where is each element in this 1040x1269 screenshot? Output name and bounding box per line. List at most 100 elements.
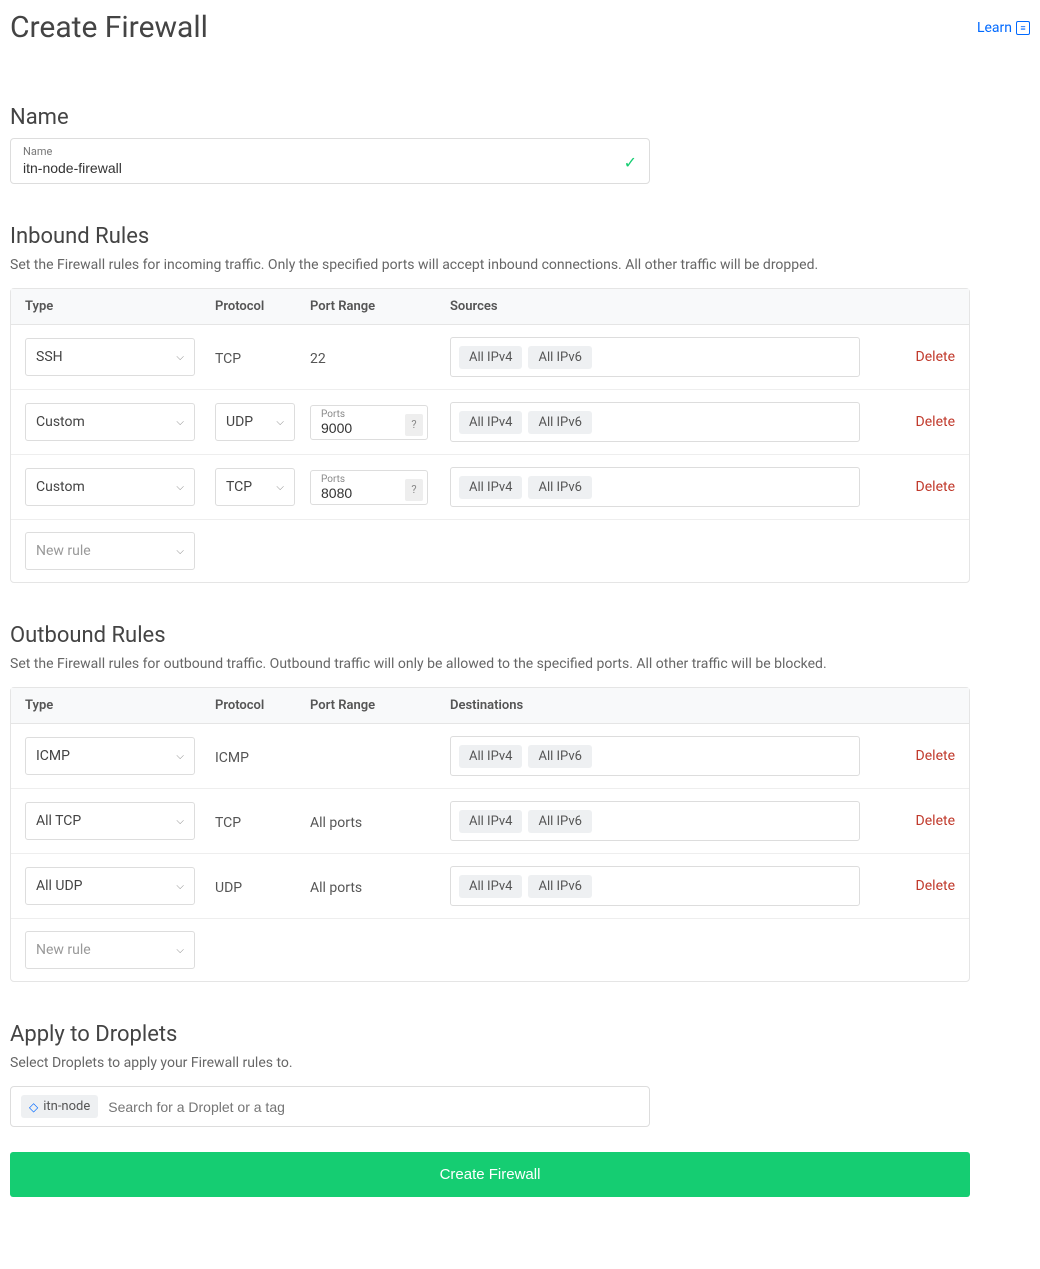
col-port: Port Range <box>310 698 450 713</box>
col-protocol: Protocol <box>215 698 310 713</box>
port-input-container[interactable]: Ports ? <box>310 405 428 440</box>
port-value: 22 <box>310 351 326 367</box>
destinations-input[interactable]: All IPv4 All IPv6 <box>450 736 860 776</box>
delete-button[interactable]: Delete <box>875 349 955 365</box>
outbound-row-all-tcp: All TCP ⌵ TCP All ports All IPv4 All IPv… <box>11 789 969 854</box>
delete-button[interactable]: Delete <box>875 479 955 495</box>
type-select[interactable]: ICMP ⌵ <box>25 737 195 775</box>
name-input-container[interactable]: Name ✓ <box>10 138 650 184</box>
protocol-value: ICMP <box>215 750 249 766</box>
delete-button[interactable]: Delete <box>875 813 955 829</box>
type-value: SSH <box>36 349 63 365</box>
sources-input[interactable]: All IPv4 All IPv6 <box>450 467 860 507</box>
destinations-input[interactable]: All IPv4 All IPv6 <box>450 866 860 906</box>
learn-link[interactable]: Learn ≡ <box>977 20 1030 36</box>
dest-tag[interactable]: All IPv6 <box>528 875 591 898</box>
chevron-down-icon: ⌵ <box>276 417 284 428</box>
new-rule-label: New rule <box>36 942 91 958</box>
droplet-tag-label: itn-node <box>43 1099 90 1114</box>
inbound-heading: Inbound Rules <box>10 224 1030 249</box>
outbound-row-icmp: ICMP ⌵ ICMP All IPv4 All IPv6 Delete <box>11 724 969 789</box>
destinations-input[interactable]: All IPv4 All IPv6 <box>450 801 860 841</box>
name-input[interactable] <box>23 160 608 176</box>
type-select[interactable]: SSH ⌵ <box>25 338 195 376</box>
type-value: All UDP <box>36 878 83 894</box>
type-value: ICMP <box>36 748 70 764</box>
type-select[interactable]: All UDP ⌵ <box>25 867 195 905</box>
type-select[interactable]: Custom ⌵ <box>25 468 195 506</box>
droplets-desc: Select Droplets to apply your Firewall r… <box>10 1055 1030 1071</box>
dest-tag[interactable]: All IPv4 <box>459 745 522 768</box>
droplet-search-input[interactable] <box>108 1099 639 1115</box>
inbound-desc: Set the Firewall rules for incoming traf… <box>10 257 1030 273</box>
col-destinations: Destinations <box>450 698 955 713</box>
source-tag[interactable]: All IPv4 <box>459 346 522 369</box>
chevron-down-icon: ⌵ <box>176 881 184 892</box>
learn-icon: ≡ <box>1016 21 1030 35</box>
protocol-select[interactable]: UDP ⌵ <box>215 403 295 441</box>
type-value: Custom <box>36 414 85 430</box>
col-protocol: Protocol <box>215 299 310 314</box>
col-type: Type <box>25 698 215 713</box>
inbound-row-ssh: SSH ⌵ TCP 22 All IPv4 All IPv6 Delete <box>11 325 969 390</box>
protocol-select[interactable]: TCP ⌵ <box>215 468 295 506</box>
chevron-down-icon: ⌵ <box>176 482 184 493</box>
source-tag[interactable]: All IPv6 <box>528 346 591 369</box>
droplet-tag[interactable]: ◇ itn-node <box>21 1095 98 1118</box>
type-select[interactable]: Custom ⌵ <box>25 403 195 441</box>
port-value: All ports <box>310 880 362 896</box>
create-firewall-button[interactable]: Create Firewall <box>10 1152 970 1197</box>
chevron-down-icon: ⌵ <box>176 546 184 557</box>
protocol-value: TCP <box>215 351 241 367</box>
col-port: Port Range <box>310 299 450 314</box>
new-rule-select[interactable]: New rule ⌵ <box>25 532 195 570</box>
source-tag[interactable]: All IPv4 <box>459 476 522 499</box>
outbound-new-rule-row: New rule ⌵ <box>11 919 969 981</box>
inbound-new-rule-row: New rule ⌵ <box>11 520 969 582</box>
learn-label: Learn <box>977 20 1012 36</box>
port-value: All ports <box>310 815 362 831</box>
protocol-value: UDP <box>226 414 253 430</box>
delete-button[interactable]: Delete <box>875 878 955 894</box>
source-tag[interactable]: All IPv6 <box>528 476 591 499</box>
inbound-row-custom-tcp: Custom ⌵ TCP ⌵ Ports ? All IPv4 All IPv6… <box>11 455 969 520</box>
outbound-desc: Set the Firewall rules for outbound traf… <box>10 656 1030 672</box>
outbound-row-all-udp: All UDP ⌵ UDP All ports All IPv4 All IPv… <box>11 854 969 919</box>
chevron-down-icon: ⌵ <box>176 352 184 363</box>
droplet-icon: ◇ <box>29 1100 38 1114</box>
outbound-heading: Outbound Rules <box>10 623 1030 648</box>
inbound-table: Type Protocol Port Range Sources SSH ⌵ T… <box>10 288 970 583</box>
sources-input[interactable]: All IPv4 All IPv6 <box>450 402 860 442</box>
outbound-table: Type Protocol Port Range Destinations IC… <box>10 687 970 982</box>
source-tag[interactable]: All IPv4 <box>459 411 522 434</box>
help-icon[interactable]: ? <box>405 479 423 501</box>
dest-tag[interactable]: All IPv4 <box>459 875 522 898</box>
chevron-down-icon: ⌵ <box>176 417 184 428</box>
new-rule-select[interactable]: New rule ⌵ <box>25 931 195 969</box>
port-input[interactable] <box>321 485 401 501</box>
chevron-down-icon: ⌵ <box>276 482 284 493</box>
delete-button[interactable]: Delete <box>875 748 955 764</box>
sources-input[interactable]: All IPv4 All IPv6 <box>450 337 860 377</box>
droplet-search-container[interactable]: ◇ itn-node <box>10 1086 650 1127</box>
chevron-down-icon: ⌵ <box>176 816 184 827</box>
check-icon: ✓ <box>624 153 637 172</box>
new-rule-label: New rule <box>36 543 91 559</box>
protocol-value: UDP <box>215 880 242 896</box>
name-field-label: Name <box>23 145 639 158</box>
chevron-down-icon: ⌵ <box>176 945 184 956</box>
port-input-container[interactable]: Ports ? <box>310 470 428 505</box>
type-select[interactable]: All TCP ⌵ <box>25 802 195 840</box>
type-value: All TCP <box>36 813 81 829</box>
delete-button[interactable]: Delete <box>875 414 955 430</box>
source-tag[interactable]: All IPv6 <box>528 411 591 434</box>
page-title: Create Firewall <box>10 10 208 45</box>
dest-tag[interactable]: All IPv6 <box>528 745 591 768</box>
type-value: Custom <box>36 479 85 495</box>
col-type: Type <box>25 299 215 314</box>
help-icon[interactable]: ? <box>405 414 423 436</box>
inbound-row-custom-udp: Custom ⌵ UDP ⌵ Ports ? All IPv4 All IPv6… <box>11 390 969 455</box>
port-input[interactable] <box>321 420 401 436</box>
dest-tag[interactable]: All IPv6 <box>528 810 591 833</box>
dest-tag[interactable]: All IPv4 <box>459 810 522 833</box>
